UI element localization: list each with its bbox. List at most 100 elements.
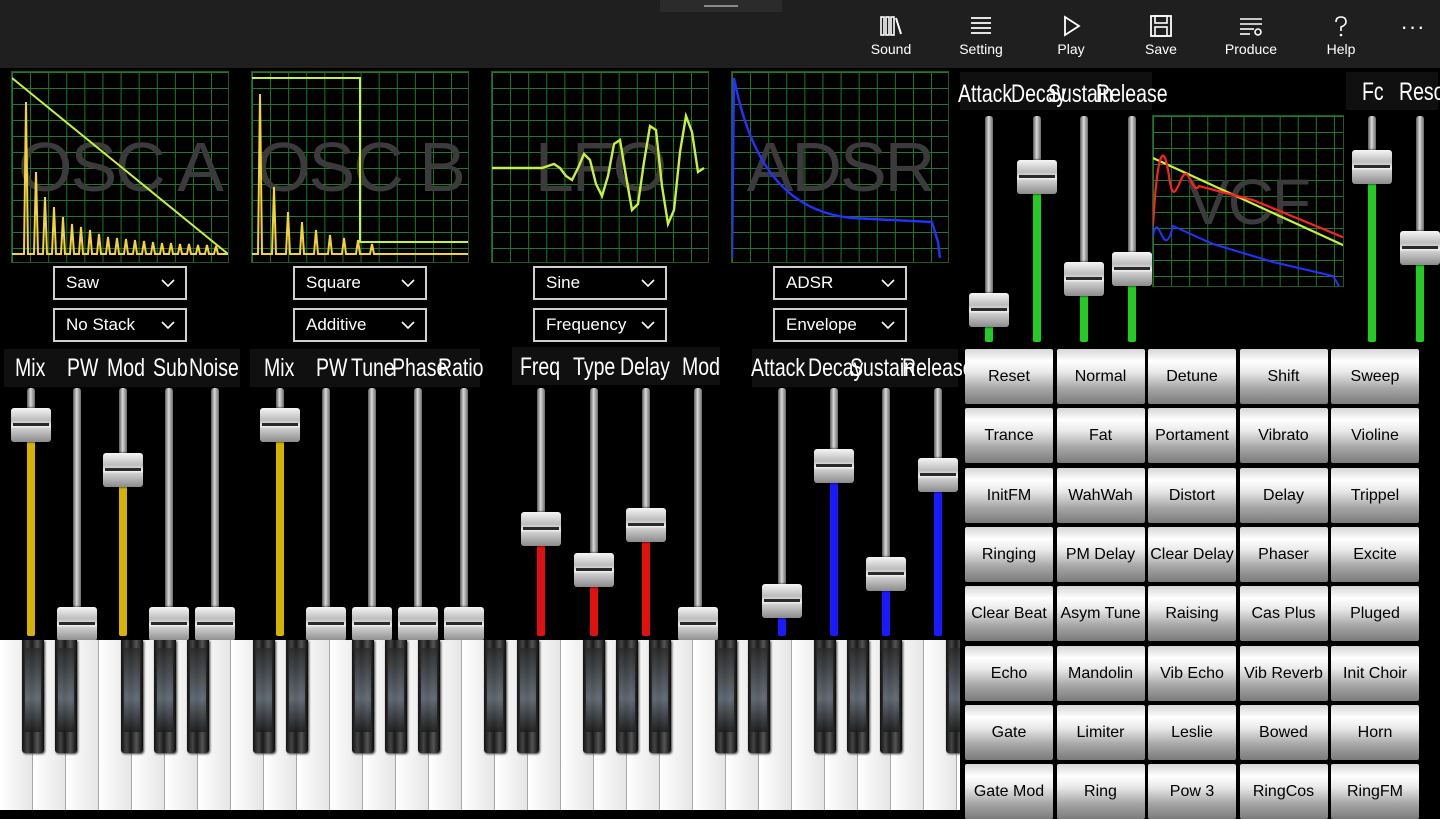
vcf-env-sustain-thumb[interactable] [1064,262,1104,296]
black-key[interactable] [385,640,407,753]
preset-limiter-button[interactable]: Limiter [1056,704,1145,760]
black-key[interactable] [253,640,275,753]
black-key[interactable] [847,640,869,753]
preset-clear-delay-button[interactable]: Clear Delay [1148,526,1236,582]
osc-b-ratio-thumb[interactable] [444,607,484,641]
more-options-button[interactable]: ··· [1398,14,1428,40]
osc-b-wave-select[interactable]: Square [293,266,427,300]
osc-a-pw-thumb[interactable] [57,607,97,641]
preset-distort-button[interactable]: Distort [1148,467,1236,523]
preset-gate-button[interactable]: Gate [965,704,1053,760]
osc-b-phase-thumb[interactable] [398,607,438,641]
adsr-attack-thumb[interactable] [762,584,802,619]
help-button[interactable]: Help [1296,0,1386,68]
black-key[interactable] [286,640,308,753]
preset-detune-button[interactable]: Detune [1148,349,1236,404]
preset-trippel-button[interactable]: Trippel [1331,467,1419,523]
osc-b-pw-thumb[interactable] [306,607,346,641]
preset-phaser-button[interactable]: Phaser [1239,526,1328,582]
preset-pow-3-button[interactable]: Pow 3 [1148,764,1236,819]
osc-b-tune-thumb[interactable] [352,607,392,641]
black-key[interactable] [418,640,440,753]
osc-a-noise-thumb[interactable] [195,607,235,641]
preset-bowed-button[interactable]: Bowed [1239,704,1328,760]
lfo-delay-thumb[interactable] [626,507,666,542]
preset-ringcos-button[interactable]: RingCos [1239,764,1328,819]
black-key[interactable] [187,640,209,753]
black-key[interactable] [748,640,770,753]
osc-b-mix-thumb[interactable] [260,408,300,443]
preset-ringing-button[interactable]: Ringing [965,526,1053,582]
adsr-release-thumb[interactable] [918,457,958,492]
black-key[interactable] [484,640,506,753]
setting-button[interactable]: Setting [936,0,1026,68]
black-key[interactable] [583,640,605,753]
black-key[interactable] [880,640,902,753]
adsr-sustain-thumb[interactable] [866,557,906,592]
preset-normal-button[interactable]: Normal [1056,349,1145,404]
preset-ring-button[interactable]: Ring [1056,764,1145,819]
black-key[interactable] [946,640,960,753]
lfo-freq-thumb[interactable] [521,512,561,547]
vcf-filter-reso-thumb[interactable] [1400,231,1440,266]
lfo-type-thumb[interactable] [574,552,614,587]
preset-mandolin-button[interactable]: Mandolin [1056,645,1145,701]
osc-a-sub-slider[interactable] [165,388,173,636]
preset-excite-button[interactable]: Excite [1331,526,1419,582]
preset-pm-delay-button[interactable]: PM Delay [1056,526,1145,582]
black-key[interactable] [22,640,44,753]
black-key[interactable] [517,640,539,753]
play-button[interactable]: Play [1026,0,1116,68]
black-key[interactable] [154,640,176,753]
preset-vibrato-button[interactable]: Vibrato [1239,408,1328,464]
adsr-target-select[interactable]: Envelope [773,308,907,342]
preset-vib-reverb-button[interactable]: Vib Reverb [1239,645,1328,701]
preset-leslie-button[interactable]: Leslie [1148,704,1236,760]
osc-a-sub-thumb[interactable] [149,607,189,641]
preset-asym-tune-button[interactable]: Asym Tune [1056,586,1145,642]
vcf-filter-fc-thumb[interactable] [1352,149,1392,184]
preset-gate-mod-button[interactable]: Gate Mod [965,764,1053,819]
preset-portament-button[interactable]: Portament [1148,408,1236,464]
black-key[interactable] [55,640,77,753]
osc-a-mod-thumb[interactable] [103,453,143,488]
preset-echo-button[interactable]: Echo [965,645,1053,701]
black-key[interactable] [649,640,671,753]
black-key[interactable] [352,640,374,753]
preset-pluged-button[interactable]: Pluged [1331,586,1419,642]
osc-b-mode-select[interactable]: Additive [293,308,427,342]
preset-initfm-button[interactable]: InitFM [965,467,1053,523]
vcf-env-release-thumb[interactable] [1112,251,1152,286]
preset-init-choir-button[interactable]: Init Choir [1331,645,1419,701]
lfo-target-select[interactable]: Frequency [533,308,667,342]
preset-clear-beat-button[interactable]: Clear Beat [965,586,1053,642]
preset-ringfm-button[interactable]: RingFM [1331,764,1419,819]
preset-shift-button[interactable]: Shift [1239,349,1328,404]
vcf-env-decay-thumb[interactable] [1017,160,1057,194]
preset-cas-plus-button[interactable]: Cas Plus [1239,586,1328,642]
osc-a-mix-thumb[interactable] [11,408,51,443]
osc-a-noise-slider[interactable] [211,388,219,636]
osc-a-pw-slider[interactable] [73,388,81,636]
osc-b-phase-slider[interactable] [414,388,422,636]
sound-button[interactable]: Sound [846,0,936,68]
black-key[interactable] [121,640,143,753]
lfo-mod-thumb[interactable] [678,607,718,641]
osc-a-stack-select[interactable]: No Stack [53,308,187,342]
preset-sweep-button[interactable]: Sweep [1331,349,1419,404]
osc-b-tune-slider[interactable] [368,388,376,636]
preset-delay-button[interactable]: Delay [1239,467,1328,523]
preset-horn-button[interactable]: Horn [1331,704,1419,760]
save-button[interactable]: Save [1116,0,1206,68]
preset-wahwah-button[interactable]: WahWah [1056,467,1145,523]
preset-reset-button[interactable]: Reset [965,349,1053,404]
osc-a-wave-select[interactable]: Saw [53,266,187,300]
lfo-mod-slider[interactable] [694,388,702,636]
adsr-decay-thumb[interactable] [814,448,854,483]
produce-button[interactable]: Produce [1206,0,1296,68]
preset-vib-echo-button[interactable]: Vib Echo [1148,645,1236,701]
preset-raising-button[interactable]: Raising [1148,586,1236,642]
osc-b-pw-slider[interactable] [322,388,330,636]
vcf-env-attack-thumb[interactable] [969,292,1009,327]
black-key[interactable] [814,640,836,753]
